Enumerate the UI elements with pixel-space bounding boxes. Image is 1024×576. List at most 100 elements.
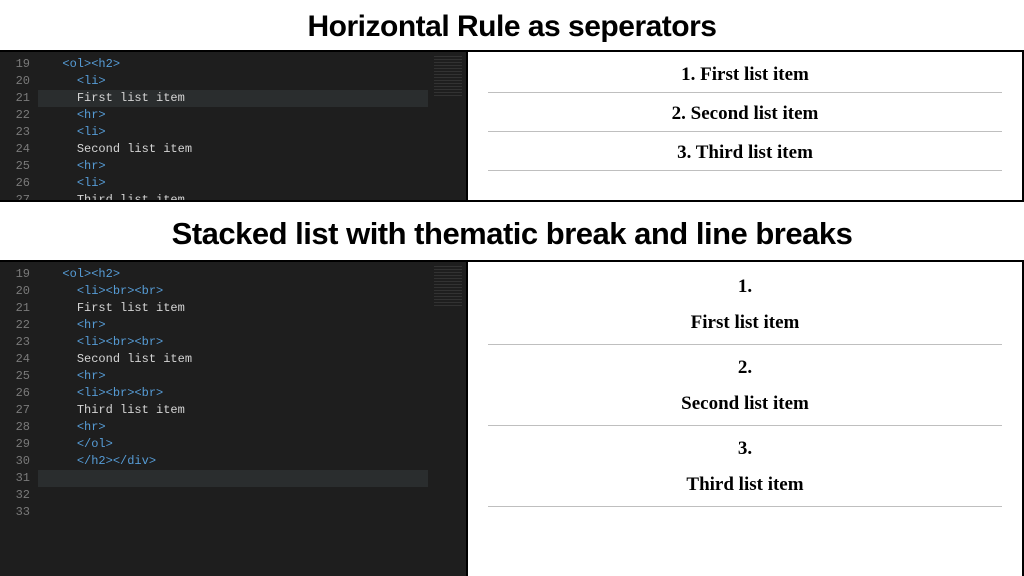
- gutter-line-number: 19: [0, 266, 30, 283]
- list-item-number: 1.: [468, 270, 1022, 298]
- code-token-tag: <br>: [106, 386, 135, 400]
- horizontal-rule: [488, 344, 1002, 345]
- code-token-tag: <br>: [134, 335, 163, 349]
- code-line[interactable]: [38, 487, 428, 504]
- code-line[interactable]: Third list item: [38, 402, 428, 419]
- code-line[interactable]: <hr>: [38, 368, 428, 385]
- list-item: 3. Third list item: [468, 138, 1022, 170]
- list-item-text: Second list item: [468, 379, 1022, 425]
- editor-gutter: 192021222324252627282930313233: [0, 262, 38, 576]
- code-token-tag: </ol>: [77, 437, 113, 451]
- code-line[interactable]: <li>: [38, 73, 428, 90]
- gutter-line-number: 25: [0, 158, 30, 175]
- list-item-text: Third list item: [468, 460, 1022, 506]
- code-line[interactable]: First list item: [38, 300, 428, 317]
- code-token-text: First list item: [77, 91, 185, 105]
- code-token-tag: </div>: [113, 454, 156, 468]
- code-editor-2[interactable]: 192021222324252627282930313233 <ol><h2> …: [0, 262, 466, 576]
- code-line[interactable]: Third list item: [38, 192, 428, 200]
- code-line[interactable]: <li>: [38, 124, 428, 141]
- gutter-line-number: 27: [0, 192, 30, 200]
- code-token-tag: <hr>: [77, 318, 106, 332]
- code-line[interactable]: </ol>: [38, 436, 428, 453]
- code-token-tag: <li>: [77, 176, 106, 190]
- editor-code-area[interactable]: <ol><h2> <li><br><br> First list item <h…: [38, 262, 428, 576]
- page: Horizontal Rule as seperators 1920212223…: [0, 0, 1024, 576]
- code-token-tag: <h2>: [91, 57, 120, 71]
- code-line[interactable]: <ol><h2>: [38, 266, 428, 283]
- editor-minimap[interactable]: [428, 52, 466, 200]
- code-token-text: Third list item: [77, 193, 185, 200]
- gutter-line-number: 26: [0, 175, 30, 192]
- heading-hr-separators: Horizontal Rule as seperators: [0, 0, 1024, 50]
- code-editor-1[interactable]: 192021222324252627282930 <ol><h2> <li> F…: [0, 52, 466, 200]
- code-line[interactable]: </h2></div>: [38, 453, 428, 470]
- gutter-line-number: 28: [0, 419, 30, 436]
- code-line[interactable]: <li>: [38, 175, 428, 192]
- gutter-line-number: 20: [0, 283, 30, 300]
- code-token-tag: <hr>: [77, 420, 106, 434]
- horizontal-rule: [488, 131, 1002, 132]
- gutter-line-number: 23: [0, 124, 30, 141]
- gutter-line-number: 24: [0, 141, 30, 158]
- code-token-tag: <br>: [134, 284, 163, 298]
- code-line[interactable]: <li><br><br>: [38, 283, 428, 300]
- list-item-number: 2.: [468, 351, 1022, 379]
- minimap-content: [434, 56, 462, 96]
- gutter-line-number: 20: [0, 73, 30, 90]
- minimap-content: [434, 266, 462, 306]
- gutter-line-number: 23: [0, 334, 30, 351]
- gutter-line-number: 29: [0, 436, 30, 453]
- code-token-tag: <li>: [77, 125, 106, 139]
- code-token-tag: <br>: [134, 386, 163, 400]
- code-line[interactable]: <hr>: [38, 107, 428, 124]
- editor-gutter: 192021222324252627282930: [0, 52, 38, 200]
- heading-stacked-list: Stacked list with thematic break and lin…: [0, 202, 1024, 260]
- gutter-line-number: 33: [0, 504, 30, 521]
- code-line[interactable]: <hr>: [38, 158, 428, 175]
- gutter-line-number: 30: [0, 453, 30, 470]
- gutter-line-number: 22: [0, 317, 30, 334]
- gutter-line-number: 19: [0, 56, 30, 73]
- code-line[interactable]: <hr>: [38, 419, 428, 436]
- gutter-line-number: 24: [0, 351, 30, 368]
- gutter-line-number: 26: [0, 385, 30, 402]
- editor-code-area[interactable]: <ol><h2> <li> First list item <hr> <li> …: [38, 52, 428, 200]
- code-line[interactable]: [38, 470, 428, 487]
- gutter-line-number: 27: [0, 402, 30, 419]
- list-item-number: 3.: [468, 432, 1022, 460]
- list-item: 2. Second list item: [468, 99, 1022, 131]
- horizontal-rule: [488, 170, 1002, 171]
- code-token-tag: <br>: [106, 284, 135, 298]
- code-token-text: First list item: [77, 301, 185, 315]
- code-token-tag: <li>: [77, 74, 106, 88]
- code-line[interactable]: First list item: [38, 90, 428, 107]
- horizontal-rule: [488, 92, 1002, 93]
- code-line[interactable]: <ol><h2>: [38, 56, 428, 73]
- gutter-line-number: 25: [0, 368, 30, 385]
- code-line[interactable]: <hr>: [38, 317, 428, 334]
- code-token-text: Second list item: [77, 142, 192, 156]
- rendered-output-2: 1.First list item 2.Second list item 3.Thi…: [466, 262, 1022, 576]
- rendered-output-1: 1. First list item2. Second list item3. …: [466, 52, 1022, 200]
- horizontal-rule: [488, 425, 1002, 426]
- code-line[interactable]: <li><br><br>: [38, 385, 428, 402]
- editor-minimap[interactable]: [428, 262, 466, 576]
- code-line[interactable]: Second list item: [38, 141, 428, 158]
- code-token-tag: <hr>: [77, 159, 106, 173]
- code-line[interactable]: [38, 504, 428, 521]
- code-line[interactable]: Second list item: [38, 351, 428, 368]
- gutter-line-number: 21: [0, 90, 30, 107]
- list-item-text: First list item: [468, 298, 1022, 344]
- code-line[interactable]: <li><br><br>: [38, 334, 428, 351]
- code-token-tag: <li>: [77, 284, 106, 298]
- code-token-tag: <hr>: [77, 108, 106, 122]
- code-token-tag: <h2>: [91, 267, 120, 281]
- code-token-text: Second list item: [77, 352, 192, 366]
- code-token-tag: <ol>: [62, 267, 91, 281]
- code-token-tag: <ol>: [62, 57, 91, 71]
- gutter-line-number: 31: [0, 470, 30, 487]
- code-token-tag: <li>: [77, 386, 106, 400]
- gutter-line-number: 22: [0, 107, 30, 124]
- code-token-text: Third list item: [77, 403, 185, 417]
